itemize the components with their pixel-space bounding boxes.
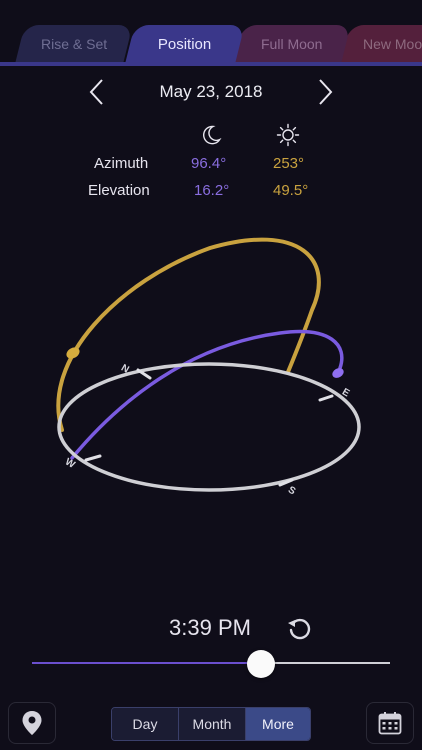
date-navigation: May 23, 2018: [0, 72, 422, 112]
tab-rise-and-set[interactable]: Rise & Set: [15, 25, 133, 63]
moon-azimuth-value: 96.4°: [191, 155, 227, 172]
location-button[interactable]: [8, 702, 56, 744]
location-pin-icon: [22, 711, 42, 735]
time-display: 3:39 PM: [0, 615, 422, 641]
moon-path-arc: [70, 329, 344, 460]
range-segmented-control: Day Month More: [111, 707, 311, 741]
tab-label: New Moo: [363, 36, 422, 52]
tab-label: Rise & Set: [40, 36, 108, 52]
tab-label: Full Moon: [261, 36, 323, 52]
sky-position-diagram: N E S W: [56, 237, 361, 498]
tab-position[interactable]: Position: [125, 25, 245, 63]
moon-icon: [203, 125, 222, 145]
sun-elevation-value: 49.5°: [273, 182, 309, 199]
time-text: 3:39 PM: [169, 615, 251, 640]
calendar-button[interactable]: [366, 702, 414, 744]
segment-more[interactable]: More: [246, 708, 310, 740]
elevation-label: Elevation: [88, 182, 150, 199]
compass-label-s: S: [286, 485, 298, 498]
calendar-icon: [378, 712, 402, 735]
reset-icon[interactable]: [286, 614, 314, 642]
horizon-ellipse: [57, 362, 361, 492]
tab-underline: [0, 62, 422, 66]
sun-azimuth-value: 253°: [273, 155, 305, 172]
moon-elevation-value: 16.2°: [194, 182, 230, 199]
west-tick: [84, 454, 102, 462]
slider-fill: [32, 662, 262, 664]
tab-label: Position: [158, 35, 212, 53]
segment-day[interactable]: Day: [112, 708, 179, 740]
chevron-right-icon[interactable]: [312, 78, 338, 106]
segment-month[interactable]: Month: [179, 708, 246, 740]
azimuth-label: Azimuth: [94, 155, 149, 172]
tab-bar: New Moo Full Moon Rise & Set Position: [0, 0, 422, 66]
tab-new-moon[interactable]: New Moo: [340, 25, 422, 63]
compass-label-w: W: [63, 457, 77, 472]
slider-thumb[interactable]: [247, 650, 276, 678]
date-title: May 23, 2018: [159, 82, 263, 101]
time-slider[interactable]: [32, 650, 390, 678]
sun-icon: [276, 123, 300, 147]
tab-full-moon[interactable]: Full Moon: [233, 25, 351, 63]
east-tick: [318, 394, 334, 402]
moon-marker: [332, 368, 344, 378]
